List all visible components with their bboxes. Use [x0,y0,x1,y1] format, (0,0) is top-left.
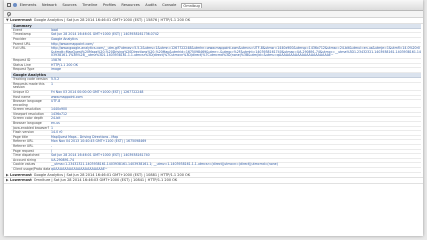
kv-key: Requests made this session [13,81,45,90]
devtools-tab-bar: Elements Network Sources Timeline Profil… [4,0,423,11]
kv-key: Browser language encoding [13,99,42,107]
devtools-window: Elements Network Sources Timeline Profil… [4,0,423,236]
kv-value: Fri Nov 03 2014 00:00:00 GMT+1000 (EST) … [51,89,144,94]
kv-key: Unique ID [13,89,29,94]
kv-value: http://www.google-analytics.com/__utm.gi… [51,46,421,58]
kv-key: Request Type [13,67,35,72]
entry-summary: Omniture | Sat Jun 28 2014 16:46:03 GMT+… [33,178,178,183]
kv-value: 1440x900 [51,107,68,112]
kv-value: Sat Jun 28 2014 16:46:01 GMT+1000 (EST) … [51,153,150,158]
entry-detail: Summary Event load Timestamp Sat Jun 28 201… [11,23,421,173]
kv-value: UTF-8 [51,99,61,104]
inspect-icon[interactable] [7,3,11,7]
tab-timeline[interactable]: Timeline [81,3,98,7]
ga-rows: Tracking code version 5.5.2 Requests made … [11,77,421,173]
kv-value: HTTP/1.1 200 OK [51,62,79,67]
kv-value: image [51,67,61,72]
tab-console[interactable]: Console [161,3,177,7]
request-log: ▼ Lowermost Google Analytics | Sat Jun 2… [4,18,423,184]
kv-value: 1 [51,81,54,86]
kv-value: - [51,144,53,149]
kv-value: 5.5.2 [51,77,60,82]
tab-sources[interactable]: Sources [61,3,77,7]
entry-label: Lowermost [10,172,32,177]
kv-value: Sat Jun 28 2014 16:46:01 GMT+1000 (EST) … [51,32,159,37]
summary-rows: Event load Timestamp Sat Jun 28 2014 16:46:… [11,28,421,73]
kv-value: en-us [51,121,60,126]
kv-value: www.mappoint.com [51,94,83,99]
tab-elements[interactable]: Elements [19,3,38,7]
kv-value: 1 [51,125,54,130]
tab-network[interactable]: Network [41,3,58,7]
clear-log-icon[interactable] [7,12,11,16]
kv-key: Full URL [13,46,26,51]
tab-omnibug[interactable]: Omnibug [180,2,203,8]
kv-row: Full URL http://www.google-analytics.com/… [11,46,421,60]
kv-value: 1436x712 [51,111,68,116]
kv-row: Browser language encoding UTF-8 [11,99,421,109]
tab-profiles[interactable]: Profiles [102,3,117,7]
entry-summary: Google Analytics | Sat Jun 28 2014 16:46… [33,172,191,177]
kv-value: 15876 [51,58,62,63]
entry-label: Lowermost [10,18,32,23]
tab-resources[interactable]: Resources [120,3,140,7]
kv-value: Google Analytics [51,37,78,42]
entry-summary: Google Analytics | Sat Jun 28 2014 16:46… [33,18,191,23]
tab-audits[interactable]: Audits [144,3,157,7]
kv-value: qAAAAAAAAAAAAAAAAAAAAAAE~ [51,167,108,171]
kv-key: Client usage/Proto data [13,167,51,171]
kv-value: Mon Nov 04 2013 10:40:45 GMT+1100 (EST) … [51,139,147,144]
kv-value: 24-bit [51,116,61,121]
request-entry[interactable]: ▶ Lowermost Omniture | Sat Jun 28 2014 1… [4,178,423,184]
console-drawer-icon[interactable] [12,3,17,7]
entry-label: Lowermost [10,178,32,183]
panel-toolbar [4,11,423,18]
